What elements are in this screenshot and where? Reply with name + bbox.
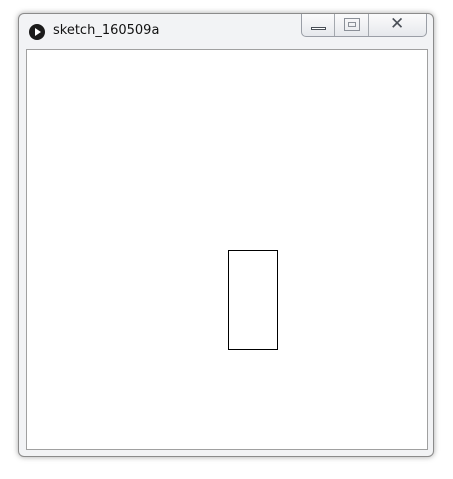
maximize-button[interactable] xyxy=(335,14,369,36)
maximize-icon xyxy=(344,18,360,31)
window-title: sketch_160509a xyxy=(53,23,160,38)
sketch-window: sketch_160509a ✕ xyxy=(18,13,434,457)
minimize-button[interactable] xyxy=(302,14,335,36)
close-icon: ✕ xyxy=(390,14,405,34)
sketch-canvas[interactable] xyxy=(26,49,428,450)
close-button[interactable]: ✕ xyxy=(369,14,426,36)
minimize-icon xyxy=(311,27,326,30)
window-controls: ✕ xyxy=(301,14,427,37)
title-bar[interactable]: sketch_160509a ✕ xyxy=(19,14,433,49)
sketch-rectangle xyxy=(228,250,278,350)
processing-play-icon xyxy=(29,24,45,40)
